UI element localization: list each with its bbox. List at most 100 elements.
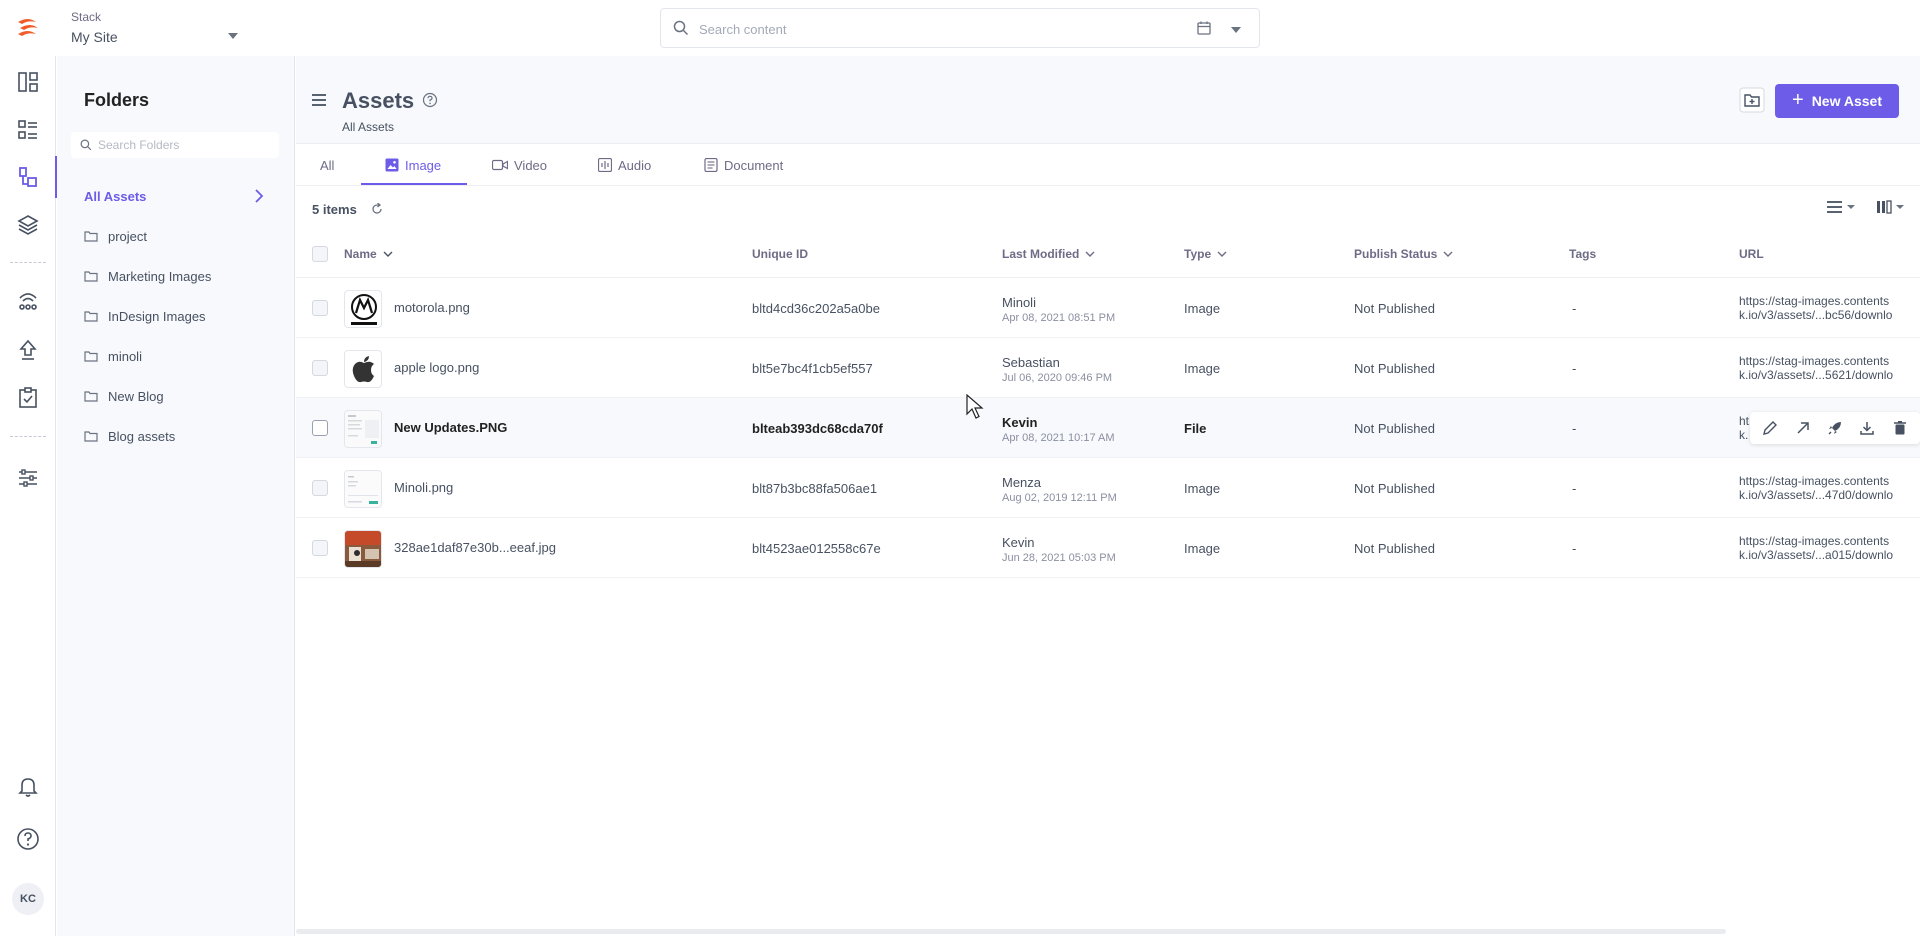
asset-name[interactable]: New Updates.PNG	[394, 420, 507, 435]
search-input[interactable]	[699, 18, 1119, 40]
folder-item-minoli[interactable]: minoli	[84, 346, 142, 366]
asset-thumbnail	[344, 290, 382, 328]
help-icon[interactable]	[14, 825, 42, 853]
table-row[interactable]: Minoli.png blt87b3bc88fa506ae1 Menza Aug…	[296, 458, 1920, 518]
sort-chevron-icon[interactable]	[1085, 251, 1095, 258]
folder-label: Blog assets	[108, 428, 176, 444]
settings-sliders-icon[interactable]	[14, 464, 42, 492]
asset-url-line: k.io/v3/assets/...a015/downlo	[1739, 548, 1894, 562]
search-filter-dropdown-icon[interactable]	[1231, 27, 1241, 33]
tab-all[interactable]: All	[320, 144, 334, 186]
content-models-icon[interactable]	[14, 211, 42, 239]
folders-panel: Folders All Assets project Marketing Ima…	[57, 56, 295, 936]
all-assets-link[interactable]: All Assets	[84, 189, 146, 204]
tab-image[interactable]: Image	[385, 144, 441, 186]
asset-thumbnail	[344, 470, 382, 508]
refresh-icon[interactable]	[371, 203, 383, 215]
sort-chevron-icon[interactable]	[1217, 251, 1227, 258]
asset-url[interactable]: https://stag-images.contents k.io/v3/ass…	[1739, 354, 1920, 382]
download-icon[interactable]	[1859, 420, 1875, 436]
asset-url-line: https://stag-images.contents	[1739, 354, 1890, 368]
contentstack-logo-icon[interactable]	[14, 14, 42, 42]
sort-chevron-icon[interactable]	[1443, 251, 1453, 258]
new-asset-button[interactable]: + New Asset	[1775, 84, 1899, 118]
trash-icon[interactable]	[1892, 420, 1908, 436]
asset-url[interactable]: https://stag-images.contents k.io/v3/ass…	[1739, 474, 1920, 502]
row-checkbox[interactable]	[312, 420, 328, 436]
column-header-last-modified[interactable]: Last Modified	[1002, 247, 1095, 261]
modified-by: Minoli	[1002, 295, 1036, 310]
table-row[interactable]: motorola.png bltd4cd36c202a5a0be Minoli …	[296, 278, 1920, 338]
publish-rocket-icon[interactable]	[1827, 420, 1843, 436]
dashboard-icon[interactable]	[14, 68, 42, 96]
asset-name[interactable]: motorola.png	[394, 300, 470, 315]
tab-label: Image	[405, 157, 442, 173]
asset-name[interactable]: Minoli.png	[394, 480, 453, 495]
calendar-icon[interactable]	[1197, 21, 1211, 35]
bell-icon[interactable]	[14, 772, 42, 800]
tab-audio[interactable]: Audio	[598, 144, 651, 186]
hamburger-menu-icon[interactable]	[312, 94, 326, 106]
items-count: 5 items	[312, 202, 357, 217]
folder-label: Marketing Images	[108, 268, 212, 284]
asset-url[interactable]: https://stag-images.contents k.io/v3/ass…	[1739, 294, 1920, 322]
folder-item-indesign-images[interactable]: InDesign Images	[84, 306, 206, 326]
webhooks-icon[interactable]	[14, 286, 42, 314]
column-header-type[interactable]: Type	[1184, 247, 1227, 261]
help-circle-icon[interactable]	[422, 92, 438, 108]
table-row[interactable]: 328ae1daf87e30b...eeaf.jpg blt4523ae0125…	[296, 518, 1920, 578]
active-tab-indicator	[361, 183, 467, 185]
list-view-icon[interactable]	[1826, 200, 1856, 214]
asset-name[interactable]: 328ae1daf87e30b...eeaf.jpg	[394, 540, 556, 555]
screenshot-thumbnail-icon	[345, 471, 381, 507]
asset-url[interactable]: https://stag-images.contents k.io/v3/ass…	[1739, 534, 1920, 562]
column-label: URL	[1739, 247, 1764, 261]
stack-selector[interactable]: My Site	[71, 29, 118, 45]
row-checkbox[interactable]	[312, 300, 328, 316]
asset-uid: bltd4cd36c202a5a0be	[752, 301, 880, 316]
assets-icon[interactable]	[14, 163, 42, 191]
folder-item-new-blog[interactable]: New Blog	[84, 386, 164, 406]
select-all-checkbox[interactable]	[312, 246, 328, 262]
breadcrumb[interactable]: All Assets	[342, 120, 394, 134]
folder-label: InDesign Images	[108, 308, 206, 324]
folder-item-blog-assets[interactable]: Blog assets	[84, 426, 175, 446]
chevron-down-icon[interactable]	[228, 33, 238, 39]
table-row[interactable]: apple logo.png blt5e7bc4f1cb5ef557 Sebas…	[296, 338, 1920, 398]
column-label: Tags	[1569, 247, 1597, 261]
global-search	[660, 8, 1260, 48]
avatar[interactable]: KC	[12, 883, 44, 915]
page-title: Assets	[342, 88, 415, 113]
table-row[interactable]: New Updates.PNG blteab393dc68cda70f Kevi…	[296, 398, 1920, 458]
asset-url-line: k.io/v3/assets/...47d0/downlo	[1739, 488, 1894, 502]
horizontal-scrollbar[interactable]	[296, 929, 1726, 934]
open-external-arrow-icon[interactable]	[1795, 420, 1811, 436]
motorola-logo-icon	[351, 294, 377, 325]
folder-label: minoli	[108, 348, 142, 364]
main-content: Assets All Assets + New Asset All Image …	[296, 56, 1920, 936]
row-checkbox[interactable]	[312, 540, 328, 556]
folder-search-input[interactable]	[98, 136, 273, 154]
column-header-name[interactable]: Name	[344, 247, 393, 261]
image-icon	[385, 158, 399, 172]
sort-chevron-icon[interactable]	[383, 251, 393, 258]
tab-video[interactable]: Video	[492, 144, 547, 186]
chevron-right-icon[interactable]	[254, 189, 264, 203]
asset-tags: -	[1572, 541, 1577, 556]
asset-name[interactable]: apple logo.png	[394, 360, 479, 375]
column-header-publish-status[interactable]: Publish Status	[1354, 247, 1453, 261]
edit-pencil-icon[interactable]	[1762, 420, 1778, 436]
tasks-icon[interactable]	[14, 384, 42, 412]
asset-type: File	[1184, 421, 1207, 436]
app-root: Stack My Site Search content KC Folders …	[0, 0, 1920, 936]
folder-item-project[interactable]: project	[84, 226, 147, 246]
new-folder-icon[interactable]	[1738, 86, 1766, 114]
mouse-cursor-icon	[966, 394, 984, 419]
entries-icon[interactable]	[14, 116, 42, 144]
row-checkbox[interactable]	[312, 480, 328, 496]
columns-view-icon[interactable]	[1876, 200, 1906, 214]
folder-item-marketing-images[interactable]: Marketing Images	[84, 266, 211, 286]
row-checkbox[interactable]	[312, 360, 328, 376]
tab-document[interactable]: Document	[704, 144, 783, 186]
publish-queue-icon[interactable]	[14, 336, 42, 364]
